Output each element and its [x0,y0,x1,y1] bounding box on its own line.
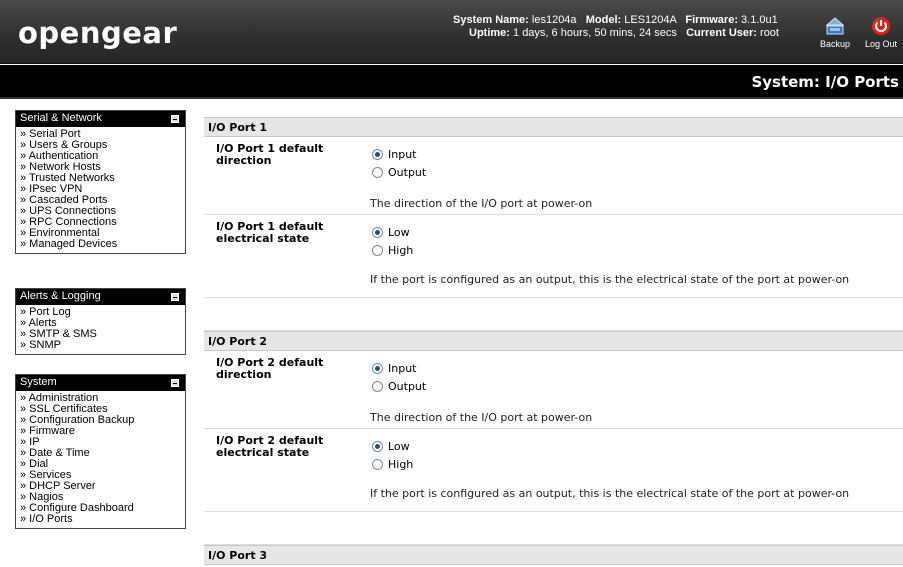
uptime-value: 1 days, 6 hours, 50 mins, 24 secs [513,27,677,39]
sidebar-section-header: Serial & Network [16,111,185,127]
system-name-value: les1204a [531,14,577,26]
field-label: I/O Port 2 default direction [216,356,324,381]
radio-selected-icon [372,226,383,238]
radio-label: Low [388,439,410,453]
logout-label: Log Out [864,39,898,49]
page-title-bar: System: I/O Ports [0,65,903,99]
radio-port1-input[interactable]: Input [372,145,426,163]
main-content: I/O Port 1 I/O Port 1 default direction … [204,117,903,565]
sidebar-serial-network: Serial & Network » Serial Port » Users &… [15,110,186,254]
help-text: If the port is configured as an output, … [370,273,850,286]
field-label: I/O Port 1 default electrical state [216,220,324,245]
backup-label: Backup [819,39,851,49]
radio-group-port1-direction: Input Output [372,145,426,181]
radio-group-port2-direction: Input Output [372,359,426,395]
radio-selected-icon [372,148,383,160]
radio-port2-output[interactable]: Output [372,377,426,395]
minimize-icon[interactable] [171,115,179,123]
sidebar-section-title: Alerts & Logging [20,290,101,302]
radio-port2-input[interactable]: Input [372,359,426,377]
radio-port1-low[interactable]: Low [372,223,413,241]
sidebar-section-title: System [20,376,57,388]
form-row-port2-direction: I/O Port 2 default direction Input Outpu… [204,351,903,429]
help-text: If the port is configured as an output, … [370,487,850,500]
radio-port2-low[interactable]: Low [372,437,413,455]
radio-unselected-icon [372,166,383,178]
radio-group-port1-state: Low High [372,223,413,259]
field-label: I/O Port 2 default electrical state [216,434,324,459]
current-user-label: Current User: [686,27,757,39]
backup-icon [825,17,845,35]
sidebar-alerts-logging: Alerts & Logging » Port Log » Alerts » S… [15,288,186,355]
model-value: LES1204A [624,14,677,26]
uptime-label: Uptime: [469,27,510,39]
radio-label: Input [388,361,417,375]
sidebar-item-snmp[interactable]: » SNMP [20,340,181,351]
backup-button[interactable]: Backup [818,16,852,49]
radio-label: Output [388,379,427,393]
section-header-io-port-1: I/O Port 1 [204,117,903,137]
section-spacer [204,512,903,545]
radio-port2-high[interactable]: High [372,455,413,473]
form-row-port1-direction: I/O Port 1 default direction Input Outpu… [204,137,903,215]
minimize-icon[interactable] [171,379,179,387]
section-spacer [204,298,903,331]
radio-label: High [388,457,414,471]
minimize-icon[interactable] [171,293,179,301]
sidebar-section-header: System [16,375,185,391]
model-label: Model: [585,14,622,26]
radio-group-port2-state: Low High [372,437,413,473]
radio-label: Input [388,147,417,161]
radio-label: Output [388,165,427,179]
sidebar-section-header: Alerts & Logging [16,289,185,305]
logout-button[interactable]: Log Out [861,16,901,49]
form-row-port1-state: I/O Port 1 default electrical state Low … [204,215,903,298]
firmware-value: 3.1.0u1 [741,14,778,26]
radio-label: Low [388,225,410,239]
sidebar-item-io-ports[interactable]: » I/O Ports [20,514,181,525]
radio-selected-icon [372,440,383,452]
radio-port1-output[interactable]: Output [372,163,426,181]
sidebar-system: System » Administration » SSL Certificat… [15,374,186,529]
header-bar: opengear System Name: les1204a Model: LE… [0,0,903,64]
help-text: The direction of the I/O port at power-o… [370,411,593,424]
section-header-io-port-2: I/O Port 2 [204,331,903,351]
radio-unselected-icon [372,380,383,392]
system-info: System Name: les1204a Model: LES1204A Fi… [453,14,779,40]
radio-port1-high[interactable]: High [372,241,413,259]
section-header-io-port-3: I/O Port 3 [204,545,903,565]
sidebar-item-managed-devices[interactable]: » Managed Devices [20,239,181,250]
radio-selected-icon [372,362,383,374]
opengear-logo: opengear [18,16,178,50]
sidebar-section-title: Serial & Network [20,112,102,124]
sidebar-item-firmware[interactable]: » Firmware [20,426,181,437]
radio-unselected-icon [372,458,383,470]
power-icon [872,17,890,35]
system-name-label: System Name: [453,14,529,26]
page-title: System: I/O Ports [751,73,899,91]
radio-label: High [388,243,414,257]
firmware-label: Firmware: [685,14,738,26]
radio-unselected-icon [372,244,383,256]
field-label: I/O Port 1 default direction [216,142,324,167]
current-user-value: root [760,27,779,39]
help-text: The direction of the I/O port at power-o… [370,197,593,210]
form-row-port2-state: I/O Port 2 default electrical state Low … [204,429,903,512]
